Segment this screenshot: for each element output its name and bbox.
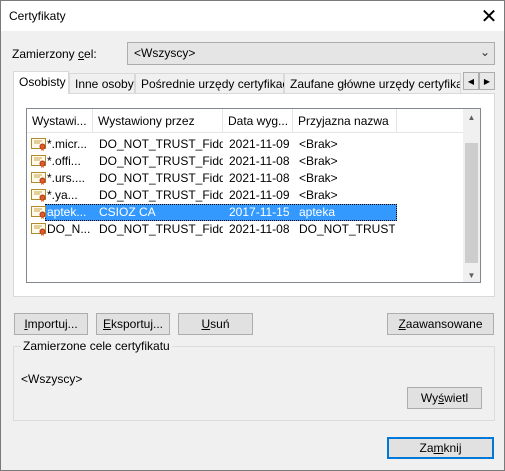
- column-expiration[interactable]: Data wyg...: [223, 109, 293, 133]
- export-button[interactable]: Eksportuj...: [96, 313, 170, 335]
- close-icon[interactable]: ✕: [474, 1, 504, 31]
- column-issued-by[interactable]: Wystawiony przez: [93, 109, 223, 133]
- certificate-row[interactable]: *.micr... DO_NOT_TRUST_Fidd... 2021-11-09 <…: [27, 136, 464, 153]
- list-vertical-scrollbar[interactable]: ▲ ▼: [463, 109, 480, 282]
- certificate-row[interactable]: *.offi... DO_NOT_TRUST_Fidd... 2021-11-08 <…: [27, 153, 464, 170]
- import-button[interactable]: Importuj...: [14, 313, 88, 335]
- certificate-icon: [31, 172, 46, 185]
- cell-friendly-name: <Brak>: [299, 137, 338, 151]
- intended-purposes-title: Zamierzone cele certyfikatu: [21, 339, 172, 353]
- remove-button[interactable]: Usuń: [178, 313, 253, 335]
- tab-other-people[interactable]: Inne osoby: [69, 73, 135, 93]
- window-title: Certyfikaty: [9, 9, 66, 23]
- intended-purposes-value: <Wszyscy>: [21, 372, 83, 386]
- cell-issued-to: *.offi...: [47, 154, 81, 168]
- cell-expiration: 2017-11-15: [229, 205, 290, 219]
- purpose-dropdown[interactable]: <Wszyscy> ⌄: [127, 42, 495, 65]
- certificate-icon: [31, 206, 46, 219]
- column-friendly-name[interactable]: Przyjazna nazwa: [293, 109, 397, 133]
- cell-friendly-name: <Brak>: [299, 171, 338, 185]
- certificate-list[interactable]: Wystawi... Wystawiony przez Data wyg... …: [26, 108, 481, 283]
- cell-issued-to: *.ya...: [47, 188, 78, 202]
- title-bar: Certyfikaty ✕: [1, 1, 504, 31]
- chevron-down-icon: ⌄: [479, 45, 490, 59]
- tab-intermediate-ca[interactable]: Pośrednie urzędy certyfikacji: [135, 73, 294, 93]
- scroll-down-icon[interactable]: ▼: [463, 267, 480, 282]
- cell-issued-by: DO_NOT_TRUST_Fidd...: [99, 171, 223, 185]
- certificate-row[interactable]: *.ya... DO_NOT_TRUST_Fidd... 2021-11-09 <Br…: [27, 187, 464, 204]
- tab-scroll-right-icon[interactable]: ▶: [479, 72, 495, 90]
- cell-issued-to: *.micr...: [47, 137, 88, 151]
- cell-issued-by: DO_NOT_TRUST_Fidd...: [99, 222, 223, 236]
- cell-expiration: 2021-11-09: [229, 137, 290, 151]
- tab-personal[interactable]: Osobisty: [13, 71, 69, 94]
- cell-expiration: 2021-11-08: [229, 154, 290, 168]
- cell-expiration: 2021-11-09: [229, 188, 290, 202]
- scroll-up-icon[interactable]: ▲: [463, 109, 480, 126]
- purpose-selected-value: <Wszyscy>: [134, 46, 196, 60]
- tab-trusted-root-ca[interactable]: Zaufane główne urzędy certyfikacji: [284, 73, 461, 93]
- cell-friendly-name: DO_NOT_TRUST...: [299, 222, 395, 236]
- certificate-row[interactable]: DO_N... DO_NOT_TRUST_Fidd... 2021-11-08 DO_…: [27, 221, 464, 238]
- certificate-icon: [31, 155, 46, 168]
- cell-expiration: 2021-11-08: [229, 222, 290, 236]
- tab-strip: Osobisty Inne osoby Pośrednie urzędy cer…: [13, 71, 495, 94]
- cell-issued-by: CSIOZ CA: [99, 205, 156, 219]
- column-issued-to[interactable]: Wystawi...: [27, 109, 93, 133]
- cell-friendly-name: <Brak>: [299, 188, 338, 202]
- certificate-icon: [31, 223, 46, 236]
- advanced-button[interactable]: Zaawansowane: [387, 313, 494, 335]
- certificate-row[interactable]: *.urs.... DO_NOT_TRUST_Fidd... 2021-11-08 <…: [27, 170, 464, 187]
- certificate-row[interactable]: aptek... CSIOZ CA 2017-11-15 apteka: [27, 204, 464, 221]
- intended-purposes-group: [13, 346, 495, 421]
- cell-issued-to: aptek...: [47, 205, 87, 219]
- view-button[interactable]: Wy ś wietl: [407, 387, 482, 409]
- cell-issued-by: DO_NOT_TRUST_Fidd...: [99, 154, 223, 168]
- certificates-dialog: Certyfikaty ✕ Zamierzony cel: <Wszyscy> …: [0, 0, 505, 471]
- certificate-icon: [31, 138, 46, 151]
- close-button[interactable]: Za m knij: [387, 437, 494, 459]
- cell-expiration: 2021-11-08: [229, 171, 290, 185]
- scroll-thumb[interactable]: [465, 143, 478, 263]
- cell-friendly-name: <Brak>: [299, 154, 338, 168]
- list-header: Wystawi... Wystawiony przez Data wyg... …: [27, 109, 464, 133]
- cell-issued-by: DO_NOT_TRUST_Fidd...: [99, 188, 223, 202]
- cell-issued-to: DO_N...: [47, 222, 91, 236]
- certificate-icon: [31, 189, 46, 202]
- cell-friendly-name: apteka: [299, 205, 336, 219]
- cell-issued-by: DO_NOT_TRUST_Fidd...: [99, 137, 223, 151]
- purpose-label: Zamierzony cel:: [12, 47, 97, 61]
- cell-issued-to: *.urs....: [47, 171, 86, 185]
- tab-scroll-left-icon[interactable]: ◀: [463, 72, 479, 90]
- tab-panel-personal: Wystawi... Wystawiony przez Data wyg... …: [13, 93, 495, 297]
